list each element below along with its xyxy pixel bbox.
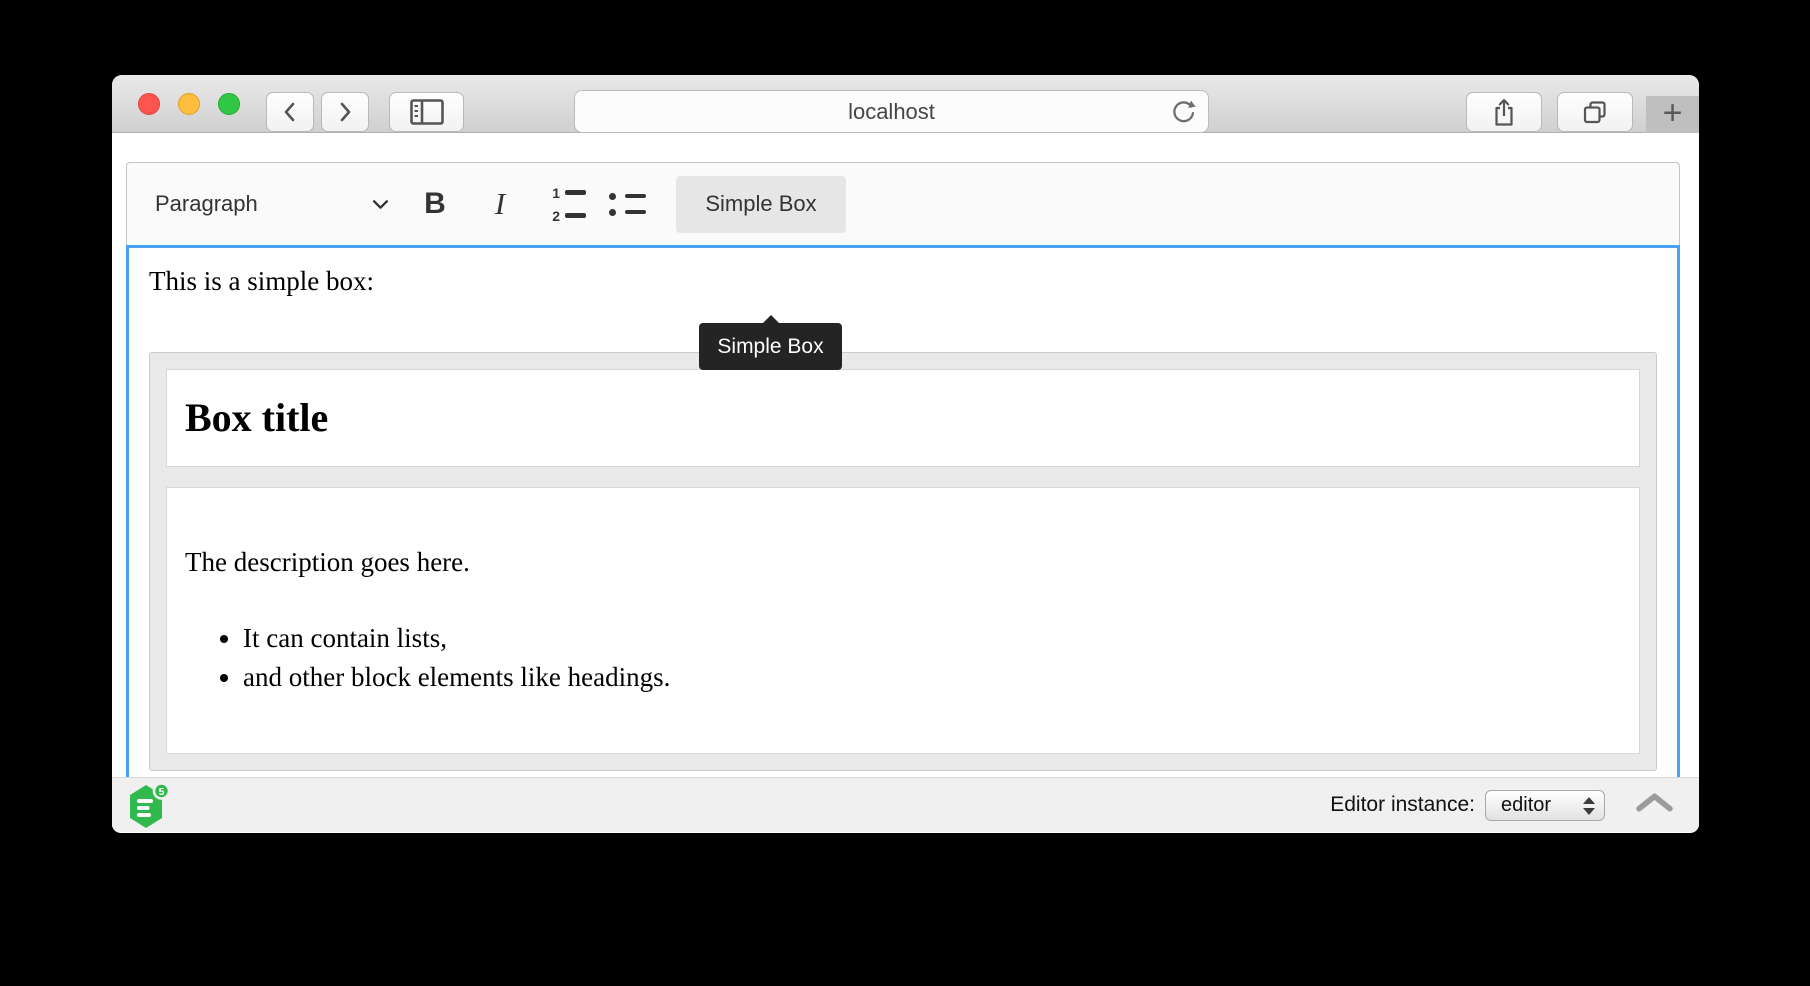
show-tab-overview-button[interactable] — [1557, 92, 1633, 132]
page-content: Paragraph B I 1 2 — [112, 133, 1699, 832]
share-icon — [1491, 97, 1517, 127]
sidebar-toggle-button[interactable] — [389, 92, 464, 132]
intro-paragraph[interactable]: This is a simple box: — [149, 262, 1657, 300]
list-item[interactable]: It can contain lists, — [243, 619, 1621, 658]
back-button[interactable] — [266, 92, 314, 132]
ckeditor-logo-icon: 5 — [127, 782, 171, 829]
address-bar[interactable]: localhost — [574, 90, 1209, 133]
bulleted-list-button[interactable] — [605, 176, 649, 233]
list-item[interactable]: and other block elements like headings. — [243, 658, 1621, 697]
bold-button[interactable]: B — [413, 176, 457, 233]
chevron-down-icon — [372, 199, 389, 210]
simple-box-button[interactable]: Simple Box — [676, 176, 846, 233]
simple-box-description[interactable]: The description goes here. It can contai… — [166, 487, 1640, 754]
numbered-list-button[interactable]: 1 2 — [545, 176, 589, 233]
reload-icon — [1170, 99, 1197, 126]
editor-instance-select[interactable]: editor — [1485, 790, 1605, 821]
simple-box-title[interactable]: Box title — [166, 369, 1640, 467]
chevron-right-icon — [335, 100, 355, 124]
reload-button[interactable] — [1170, 99, 1197, 131]
ol-digit: 2 — [548, 209, 560, 223]
editor-instance-label: Editor instance: — [1330, 793, 1475, 817]
select-stepper-icon — [1583, 797, 1595, 815]
zoom-window-button[interactable] — [218, 93, 240, 115]
sidebar-icon — [410, 99, 444, 125]
editor-instance-value: editor — [1501, 794, 1551, 817]
close-window-button[interactable] — [138, 93, 160, 115]
chevron-left-icon — [280, 100, 300, 124]
address-text: localhost — [848, 99, 935, 125]
description-list: It can contain lists, and other block el… — [185, 619, 1621, 697]
simple-box-widget[interactable]: Box title The description goes here. It … — [149, 352, 1657, 771]
heading-dropdown-label: Paragraph — [155, 191, 258, 217]
numbered-list-icon: 1 2 — [548, 186, 586, 223]
minimize-window-button[interactable] — [178, 93, 200, 115]
bold-icon: B — [424, 187, 446, 221]
ol-digit: 1 — [548, 186, 560, 200]
safari-window: localhost + — [112, 75, 1699, 833]
browser-titlebar: localhost + — [112, 75, 1699, 133]
tabs-icon — [1582, 99, 1608, 125]
traffic-lights — [138, 93, 240, 115]
italic-icon: I — [495, 186, 505, 222]
editor-editable-area[interactable]: This is a simple box: Box title The desc… — [126, 245, 1680, 778]
editor-toolbar: Paragraph B I 1 2 — [126, 162, 1680, 245]
forward-button[interactable] — [321, 92, 369, 132]
simple-box-tooltip: Simple Box — [699, 323, 842, 370]
bulleted-list-icon — [609, 193, 646, 216]
share-button[interactable] — [1466, 92, 1542, 132]
heading-dropdown[interactable]: Paragraph — [155, 176, 389, 233]
simple-box-button-label: Simple Box — [705, 191, 816, 217]
plus-icon: + — [1663, 96, 1683, 130]
new-tab-button[interactable]: + — [1646, 96, 1699, 133]
description-paragraph[interactable]: The description goes here. — [185, 544, 1621, 581]
expand-inspector-button[interactable] — [1636, 792, 1673, 818]
italic-button[interactable]: I — [478, 176, 522, 233]
chevron-up-icon — [1636, 792, 1673, 813]
inspector-bottom-bar: 5 Editor instance: editor — [112, 777, 1699, 832]
logo-badge: 5 — [159, 785, 165, 797]
